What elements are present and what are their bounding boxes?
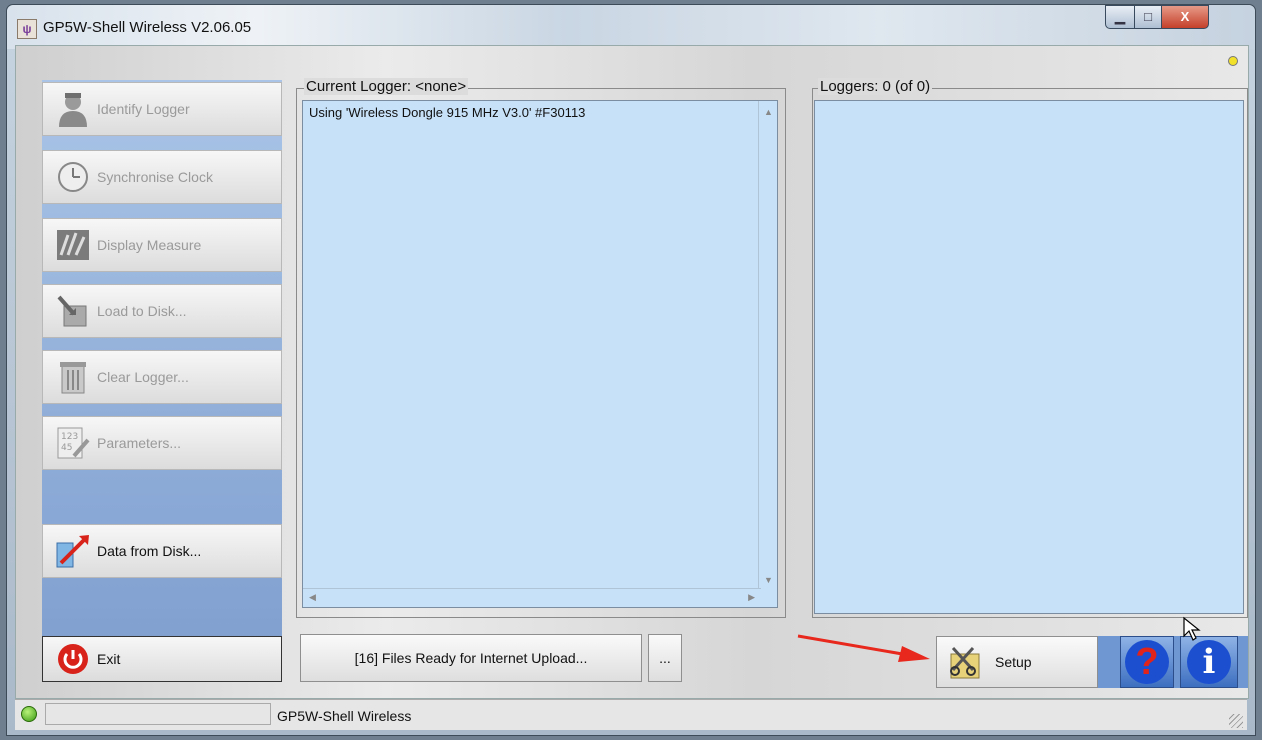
measure-icon: [55, 227, 91, 263]
client-area: Identify Logger Synchronise Clock Displa…: [15, 45, 1249, 699]
info-button[interactable]: i: [1180, 636, 1238, 688]
annotation-arrow: [797, 634, 930, 662]
more-options-label: ...: [659, 650, 671, 666]
app-logo-icon: ψ: [17, 19, 37, 39]
help-button[interactable]: ?: [1120, 636, 1174, 688]
help-icon: ?: [1125, 640, 1169, 684]
display-measure-button[interactable]: Display Measure: [42, 218, 282, 272]
maximize-button[interactable]: □: [1134, 5, 1162, 29]
scroll-up-icon[interactable]: ▲: [764, 107, 773, 117]
minimize-button[interactable]: ▁: [1105, 5, 1135, 29]
horizontal-scrollbar[interactable]: ◀ ▶: [303, 588, 761, 607]
internet-upload-button[interactable]: [16] Files Ready for Internet Upload...: [300, 634, 642, 682]
synchronise-clock-label: Synchronise Clock: [97, 169, 213, 185]
log-line: Using 'Wireless Dongle 915 MHz V3.0' #F3…: [309, 105, 586, 120]
exit-button[interactable]: Exit: [42, 636, 282, 682]
internet-upload-label: [16] Files Ready for Internet Upload...: [354, 650, 588, 666]
parameters-icon: 123 45: [55, 425, 91, 461]
log-output-pane[interactable]: Using 'Wireless Dongle 915 MHz V3.0' #F3…: [302, 100, 778, 608]
parameters-label: Parameters...: [97, 435, 182, 451]
status-panel-empty: [45, 703, 271, 725]
svg-text:123: 123: [61, 432, 78, 442]
loggers-list[interactable]: [814, 100, 1244, 614]
info-icon: i: [1187, 640, 1231, 684]
load-to-disk-label: Load to Disk...: [97, 303, 187, 319]
clear-logger-button[interactable]: Clear Logger...: [42, 350, 282, 404]
identify-logger-button[interactable]: Identify Logger: [42, 82, 282, 136]
resize-grip-icon[interactable]: [1229, 714, 1243, 728]
more-options-button[interactable]: ...: [648, 634, 682, 682]
title-bar[interactable]: ψ GP5W-Shell Wireless V2.06.05 ▁ □ X: [7, 5, 1255, 49]
vertical-scrollbar[interactable]: ▲ ▼: [758, 101, 777, 591]
data-from-disk-button[interactable]: Data from Disk...: [42, 524, 282, 578]
connection-led-icon: [21, 706, 37, 722]
svg-text:45: 45: [61, 443, 72, 453]
window-title: GP5W-Shell Wireless V2.06.05: [43, 19, 252, 36]
setup-tools-icon: [947, 644, 983, 680]
load-to-disk-button[interactable]: Load to Disk...: [42, 284, 282, 338]
scroll-left-icon[interactable]: ◀: [309, 592, 316, 603]
scroll-down-icon[interactable]: ▼: [764, 575, 773, 585]
mouse-cursor-icon: [1183, 616, 1201, 641]
app-window: ψ GP5W-Shell Wireless V2.06.05 ▁ □ X Ide…: [6, 4, 1256, 736]
person-icon: [55, 91, 91, 127]
clear-logger-label: Clear Logger...: [97, 369, 189, 385]
synchronise-clock-button[interactable]: Synchronise Clock: [42, 150, 282, 204]
setup-label: Setup: [995, 654, 1032, 670]
clock-icon: [55, 159, 91, 195]
power-icon: [55, 641, 91, 677]
current-logger-legend: Current Logger: <none>: [304, 78, 469, 95]
status-bar: GP5W-Shell Wireless: [15, 699, 1247, 730]
close-button[interactable]: X: [1161, 5, 1209, 29]
data-from-disk-label: Data from Disk...: [97, 543, 202, 559]
exit-label: Exit: [97, 651, 121, 667]
loggers-legend: Loggers: 0 (of 0): [818, 78, 933, 95]
status-text: GP5W-Shell Wireless: [277, 708, 412, 724]
setup-button[interactable]: Setup: [936, 636, 1098, 688]
parameters-button[interactable]: 123 45 Parameters...: [42, 416, 282, 470]
data-from-disk-icon: [55, 533, 91, 569]
scroll-right-icon[interactable]: ▶: [748, 592, 755, 603]
connection-status-indicator: [1228, 56, 1238, 66]
display-measure-label: Display Measure: [97, 237, 202, 253]
download-icon: [55, 293, 91, 329]
identify-logger-label: Identify Logger: [97, 101, 190, 117]
trash-icon: [55, 359, 91, 395]
